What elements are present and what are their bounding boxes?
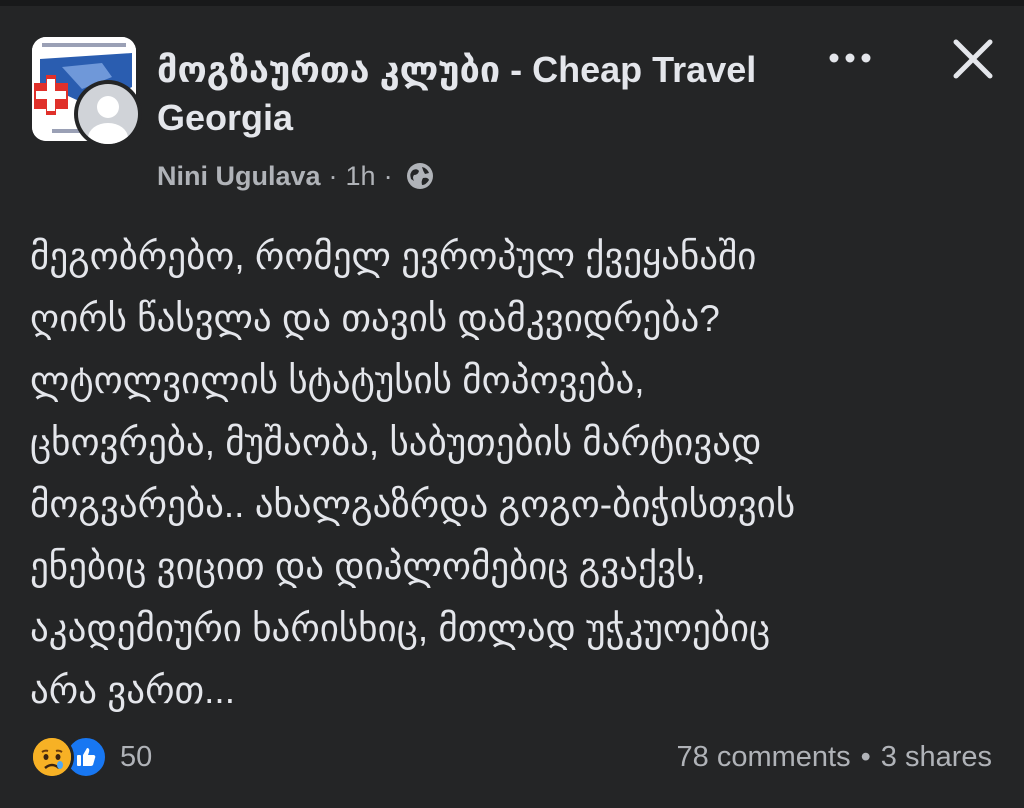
engagement-separator: • xyxy=(860,740,871,773)
globe-icon xyxy=(406,163,433,189)
post-timestamp[interactable]: 1h xyxy=(346,161,376,192)
default-user-icon xyxy=(88,96,128,144)
post-text-line: მოგვარება.. ახალგაზრდა გოგო-ბიჭისთვის xyxy=(30,484,796,525)
meta-separator: · xyxy=(328,160,338,191)
engagement-summary: 78 comments • 3 shares xyxy=(677,736,992,778)
post-text-line: ღირს წასვლა და თავის დამკვიდრება? xyxy=(30,298,720,339)
more-options-icon[interactable] xyxy=(826,44,874,72)
author-avatar[interactable] xyxy=(74,80,142,148)
meta-separator: · xyxy=(383,160,393,191)
post-meta: Nini Ugulava · 1h · xyxy=(157,158,435,194)
sad-reaction-icon xyxy=(30,735,74,779)
comments-count-link[interactable]: 78 comments xyxy=(677,741,851,774)
reactions-summary[interactable]: 50 xyxy=(30,734,152,780)
post-text-line: არა ვართ... xyxy=(30,670,235,711)
group-name-link[interactable]: მოგზაურთა კლუბი - Cheap Travel Georgia xyxy=(157,46,777,142)
post-text-line: აკადემიური ხარისხიც, მთლად უჭკუოებიც xyxy=(30,608,771,649)
post-text-line: ლტოლვილის სტატუსის მოპოვება, xyxy=(30,360,645,401)
post-text-line: მეგობრებო, რომელ ევროპულ ქვეყანაში xyxy=(30,236,757,277)
top-bar xyxy=(0,0,1024,6)
author-name-link[interactable]: Nini Ugulava xyxy=(157,161,321,192)
reaction-count: 50 xyxy=(120,740,153,773)
post-text-line: ცხოვრება, მუშაობა, საბუთების მარტივად xyxy=(30,422,762,463)
post-body: მეგობრებო, რომელ ევროპულ ქვეყანაში ღირს … xyxy=(30,226,1000,722)
post-text-line: ენებიც ვიცით და დიპლომებიც გვაქვს, xyxy=(30,546,706,587)
close-icon[interactable] xyxy=(950,36,996,82)
shares-count-link[interactable]: 3 shares xyxy=(881,741,992,774)
